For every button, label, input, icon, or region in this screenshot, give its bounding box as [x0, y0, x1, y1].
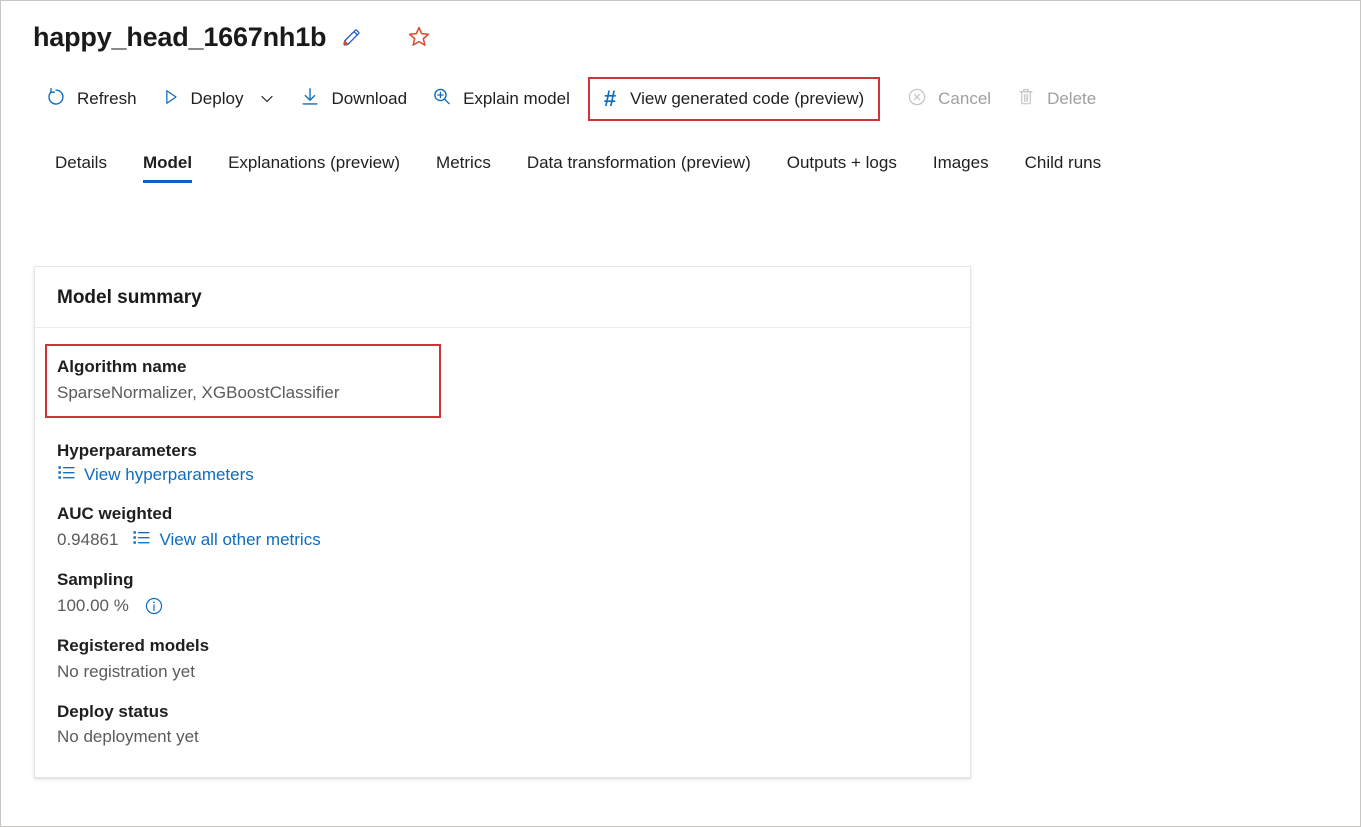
star-icon[interactable]	[406, 24, 432, 50]
registered-models-field: Registered models No registration yet	[57, 633, 948, 685]
list-icon	[132, 528, 151, 552]
page-title: happy_head_1667nh1b	[33, 24, 326, 51]
play-icon	[161, 87, 181, 112]
deploy-label: Deploy	[191, 89, 244, 109]
info-icon[interactable]	[143, 595, 165, 617]
download-button[interactable]: Download	[287, 78, 419, 121]
algorithm-name-label: Algorithm name	[57, 354, 427, 380]
magnifier-plus-icon	[431, 86, 453, 113]
explain-model-label: Explain model	[463, 89, 570, 109]
auc-weighted-field: AUC weighted 0.94861 View al	[57, 501, 948, 553]
sampling-value: 100.00 %	[57, 593, 129, 619]
trash-icon	[1015, 86, 1037, 113]
view-hyperparameters-label: View hyperparameters	[84, 465, 254, 485]
view-generated-code-button[interactable]: # View generated code (preview)	[604, 88, 864, 110]
command-bar: Refresh Deploy Download	[1, 73, 1360, 125]
page-header: happy_head_1667nh1b	[1, 1, 1360, 51]
tab-outputs-logs[interactable]: Outputs + logs	[769, 147, 915, 185]
refresh-icon	[45, 86, 67, 113]
tab-images[interactable]: Images	[915, 147, 1007, 185]
auc-weighted-value: 0.94861	[57, 527, 118, 553]
algorithm-name-value: SparseNormalizer, XGBoostClassifier	[57, 380, 427, 406]
chevron-down-icon[interactable]	[259, 91, 275, 107]
delete-button[interactable]: Delete	[1003, 78, 1108, 121]
deploy-status-label: Deploy status	[57, 699, 948, 725]
refresh-button[interactable]: Refresh	[33, 78, 149, 121]
algorithm-name-highlight: Algorithm name SparseNormalizer, XGBoost…	[45, 344, 441, 418]
view-generated-code-label: View generated code (preview)	[630, 89, 864, 109]
view-all-other-metrics-link[interactable]: View all other metrics	[132, 528, 320, 552]
view-all-other-metrics-label: View all other metrics	[159, 530, 320, 550]
model-summary-body: Algorithm name SparseNormalizer, XGBoost…	[35, 328, 970, 777]
model-summary-title: Model summary	[35, 267, 970, 328]
sampling-label: Sampling	[57, 567, 948, 593]
tab-explanations[interactable]: Explanations (preview)	[210, 147, 418, 185]
tab-model[interactable]: Model	[125, 147, 210, 185]
deploy-status-value: No deployment yet	[57, 724, 948, 750]
pencil-icon[interactable]	[340, 25, 364, 49]
registered-models-value: No registration yet	[57, 659, 948, 685]
tab-bar: Details Model Explanations (preview) Met…	[1, 139, 1360, 185]
deploy-button[interactable]: Deploy	[149, 79, 288, 120]
download-label: Download	[331, 89, 407, 109]
delete-label: Delete	[1047, 89, 1096, 109]
tab-metrics[interactable]: Metrics	[418, 147, 509, 185]
hash-icon: #	[604, 88, 616, 110]
cancel-button[interactable]: Cancel	[894, 78, 1003, 121]
tab-data-transformation[interactable]: Data transformation (preview)	[509, 147, 769, 185]
hyperparameters-field: Hyperparameters View hyperparameters	[57, 438, 948, 488]
cancel-label: Cancel	[938, 89, 991, 109]
tab-details[interactable]: Details	[37, 147, 125, 185]
view-generated-code-highlight: # View generated code (preview)	[588, 77, 880, 121]
model-summary-card: Model summary Algorithm name SparseNorma…	[34, 266, 971, 778]
explain-model-button[interactable]: Explain model	[419, 78, 582, 121]
list-icon	[57, 463, 76, 487]
tab-child-runs[interactable]: Child runs	[1007, 147, 1120, 185]
view-hyperparameters-link[interactable]: View hyperparameters	[57, 463, 254, 487]
auc-weighted-label: AUC weighted	[57, 501, 948, 527]
refresh-label: Refresh	[77, 89, 137, 109]
circle-x-icon	[906, 86, 928, 113]
hyperparameters-label: Hyperparameters	[57, 438, 948, 464]
sampling-field: Sampling 100.00 %	[57, 567, 948, 619]
download-icon	[299, 86, 321, 113]
deploy-status-field: Deploy status No deployment yet	[57, 699, 948, 751]
registered-models-label: Registered models	[57, 633, 948, 659]
